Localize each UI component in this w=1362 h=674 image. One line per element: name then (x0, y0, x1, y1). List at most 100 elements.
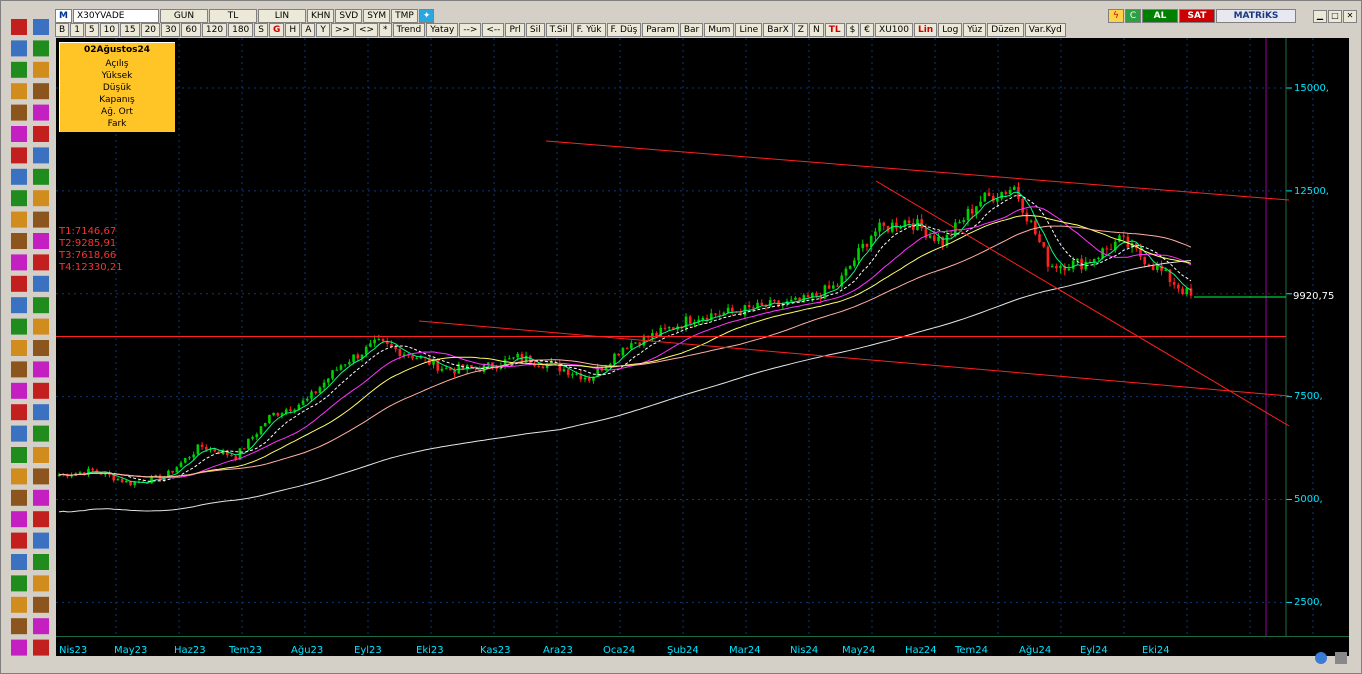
drawing-tool-icon[interactable] (11, 447, 27, 463)
drawing-tool-icon[interactable] (11, 275, 27, 292)
drawing-tool-icon[interactable] (11, 83, 27, 100)
nav-next-button[interactable]: >> (330, 23, 354, 37)
refresh-icon[interactable]: C (1125, 9, 1141, 23)
sym-button[interactable]: SYM (363, 9, 391, 23)
delete-all-tool-button[interactable]: T.Sil (545, 23, 572, 37)
period-120-button[interactable]: 120 (201, 23, 228, 37)
drawing-tool-icon[interactable] (33, 404, 49, 421)
maximize-icon[interactable]: □ (1328, 10, 1342, 23)
drawing-tool-icon[interactable] (11, 147, 27, 164)
zoom-z-button[interactable]: Z (793, 23, 808, 37)
drawing-tool-icon[interactable] (11, 61, 27, 78)
bottom-tool-icons[interactable] (1313, 649, 1353, 667)
drawing-tool-icon[interactable] (11, 596, 27, 613)
drawing-tool-icon[interactable] (11, 618, 27, 635)
svd-button[interactable]: SVD (335, 9, 363, 23)
drawing-tool-icon[interactable] (11, 168, 27, 185)
cur-xu100-button[interactable]: XU100 (875, 23, 913, 37)
parallel-tool-button[interactable]: Prl (505, 23, 525, 37)
symbol-input[interactable]: X30YVADE (72, 9, 159, 23)
period-30-button[interactable]: 30 (161, 23, 181, 37)
drawing-tool-icon[interactable] (33, 447, 49, 463)
fib-down-tool-button[interactable]: F. Düş (606, 23, 642, 37)
period-10-button[interactable]: 10 (99, 23, 120, 37)
zoom-n-button[interactable]: N (808, 23, 824, 37)
save-var-button[interactable]: Var.Kyd (1024, 23, 1066, 37)
tool-icons[interactable] (5, 17, 55, 659)
drawing-tool-icon[interactable] (33, 211, 49, 228)
minimize-icon[interactable]: ▁ (1313, 10, 1327, 23)
drawing-tool-icon[interactable] (33, 489, 49, 506)
drawing-tool-icon[interactable] (33, 618, 49, 635)
period-5-button[interactable]: 5 (84, 23, 99, 37)
settings-icon[interactable] (1335, 652, 1347, 664)
trend-tool-button[interactable]: Trend (392, 23, 426, 37)
drawing-tool-icon[interactable] (11, 382, 27, 399)
drawing-tool-icon[interactable] (11, 511, 27, 528)
period-20-button[interactable]: 20 (140, 23, 161, 37)
drawing-tool-icon[interactable] (11, 19, 27, 35)
period-60-button[interactable]: 60 (181, 23, 201, 37)
drawing-tool-icon[interactable] (33, 361, 49, 378)
cur-eur-button[interactable]: € (860, 23, 875, 37)
drawing-tool-icon[interactable] (11, 40, 27, 57)
nav-star-button[interactable]: * (379, 23, 392, 37)
drawing-tool-icon[interactable] (11, 190, 27, 207)
drawing-tool-icon[interactable] (11, 404, 27, 421)
drawing-tool-icon[interactable] (11, 554, 27, 570)
layout-button[interactable]: Düzen (987, 23, 1024, 37)
drawing-tool-icon[interactable] (33, 233, 49, 249)
drawing-tool-icon[interactable] (11, 211, 27, 228)
drawing-tool-icon[interactable] (33, 275, 49, 292)
period-g-button[interactable]: G (269, 23, 285, 37)
drawing-tool-icon[interactable] (33, 575, 49, 592)
drawing-tool-icon[interactable] (33, 511, 49, 528)
trend-line[interactable] (875, 180, 1290, 427)
param-button[interactable]: Param (642, 23, 679, 37)
drawing-tool-icon[interactable] (11, 254, 27, 271)
sync-icon[interactable] (1315, 652, 1327, 664)
drawing-tool-icon[interactable] (33, 318, 49, 335)
drawing-tool-icon[interactable] (33, 40, 49, 57)
drawing-tool-icon[interactable] (33, 382, 49, 399)
drawing-tool-icon[interactable] (33, 468, 49, 485)
period-180-button[interactable]: 180 (228, 23, 254, 37)
period-1-button[interactable]: 1 (70, 23, 84, 37)
drawing-tool-icon[interactable] (11, 104, 27, 121)
drawing-tool-icon[interactable] (11, 297, 27, 314)
drawing-tool-icon[interactable] (33, 19, 49, 35)
drawing-tool-icon[interactable] (11, 489, 27, 506)
line-type-button[interactable]: Line (735, 23, 763, 37)
drawing-tool-icon[interactable] (11, 425, 27, 442)
scale-log-button[interactable]: Log (938, 23, 963, 37)
drawing-tool-icon[interactable] (33, 104, 49, 121)
sell-button[interactable]: SAT (1179, 9, 1215, 23)
matriks-logo[interactable]: M (55, 9, 72, 23)
barx-type-button[interactable]: BarX (763, 23, 793, 37)
drawing-tool-icon[interactable] (33, 532, 49, 549)
close-icon[interactable]: ✕ (1343, 10, 1357, 23)
drawing-tool-icon[interactable] (33, 425, 49, 442)
nav-fit-button[interactable]: <> (354, 23, 379, 37)
drawing-tool-icon[interactable] (33, 168, 49, 185)
drawing-tool-icon[interactable] (11, 468, 27, 485)
cur-tl-button[interactable]: TL (824, 23, 845, 37)
drawing-tool-icon[interactable] (33, 83, 49, 100)
scale-percent-button[interactable]: Yüz (963, 23, 987, 37)
currency-select[interactable]: TL (208, 9, 257, 23)
drawing-tool-icon[interactable] (11, 233, 27, 249)
cur-usd-button[interactable]: $ (845, 23, 860, 37)
period-a-button[interactable]: A (301, 23, 316, 37)
twitter-icon[interactable]: ✦ (418, 9, 435, 23)
drawing-tool-icon[interactable] (11, 318, 27, 335)
drawing-tool-icon[interactable] (33, 147, 49, 164)
candle-type-button[interactable]: Mum (704, 23, 735, 37)
drawing-tool-icon[interactable] (11, 126, 27, 142)
scale-select[interactable]: LIN (257, 9, 306, 23)
drawing-tool-icon[interactable] (11, 575, 27, 592)
khn-button[interactable]: KHN (306, 9, 335, 23)
drawing-tool-icon[interactable] (11, 639, 27, 656)
tmp-button[interactable]: TMP (391, 9, 418, 23)
period-s-button[interactable]: S (254, 23, 269, 37)
drawing-tool-icon[interactable] (11, 532, 27, 549)
